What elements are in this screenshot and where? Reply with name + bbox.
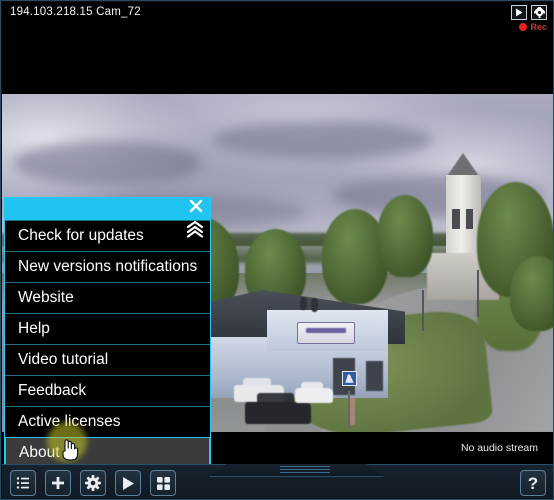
sign-post	[347, 391, 350, 429]
tree	[509, 256, 553, 331]
menu-item-feedback[interactable]: Feedback	[5, 375, 210, 406]
camera-list-button[interactable]	[10, 470, 36, 496]
tree	[377, 195, 433, 277]
pedestrian	[300, 296, 307, 311]
church-window	[465, 208, 474, 230]
gear-icon	[85, 475, 101, 491]
menu-item-label: Active licenses	[18, 413, 121, 430]
parked-car	[294, 382, 334, 404]
camera-label: 194.103.218.15 Cam_72	[10, 6, 141, 18]
camera-viewer-window: 194.103.218.15 Cam_72 Rec No audio strea…	[0, 0, 554, 500]
add-camera-button[interactable]	[45, 470, 71, 496]
close-icon	[189, 199, 203, 213]
list-icon	[16, 477, 29, 489]
cloud	[13, 141, 201, 186]
grid-layout-button[interactable]	[150, 470, 176, 496]
menu-item-check-for-updates[interactable]: Check for updates	[5, 220, 210, 251]
help-popup-menu: Check for updates New versions notificat…	[4, 197, 211, 482]
menu-item-new-versions-notifications[interactable]: New versions notifications	[5, 251, 210, 282]
chevron-up-double-icon	[186, 220, 204, 238]
gear-icon	[533, 7, 545, 18]
question-icon: ?	[527, 473, 539, 493]
toolbar-right-buttons: ?	[520, 470, 546, 496]
church-window	[452, 208, 461, 230]
parked-car	[244, 393, 312, 424]
menu-item-label: About	[19, 443, 60, 461]
menu-item-label: New versions notifications	[18, 258, 198, 275]
plus-icon	[52, 477, 64, 489]
recording-indicator: Rec	[519, 22, 547, 32]
play-button[interactable]	[115, 470, 141, 496]
building-sign	[297, 322, 356, 345]
pedestrian	[311, 298, 318, 312]
close-button[interactable]	[185, 195, 207, 217]
building-door	[366, 361, 383, 392]
grid-icon	[156, 476, 170, 490]
menu-item-label: Website	[18, 289, 74, 306]
bottom-toolbar: ?	[2, 464, 553, 499]
menu-item-label: Feedback	[18, 382, 87, 399]
menu-item-label: Video tutorial	[18, 351, 109, 368]
menu-item-label: Help	[18, 320, 50, 337]
play-button-overlay[interactable]	[511, 5, 527, 20]
record-dot-icon	[519, 23, 528, 31]
lamp-post	[421, 290, 424, 331]
no-audio-status: No audio stream	[460, 442, 538, 454]
menu-item-website[interactable]: Website	[5, 282, 210, 313]
pedestrian-crossing-sign	[342, 371, 358, 387]
help-button[interactable]: ?	[520, 470, 546, 496]
play-icon	[516, 8, 523, 17]
menu-item-help[interactable]: Help	[5, 313, 210, 344]
menu-item-video-tutorial[interactable]: Video tutorial	[5, 344, 210, 375]
menu-item-label: Check for updates	[18, 227, 144, 244]
menu-item-active-licenses[interactable]: Active licenses	[5, 406, 210, 437]
record-label: Rec	[530, 22, 547, 32]
cloud	[211, 121, 433, 159]
toolbar-left-buttons	[10, 470, 176, 496]
camera-controls	[511, 5, 547, 20]
settings-button[interactable]	[80, 470, 106, 496]
menu-header	[5, 198, 210, 220]
lamp-post	[476, 269, 479, 318]
settings-button-overlay[interactable]	[531, 5, 547, 20]
toolbar-handle[interactable]	[209, 464, 384, 477]
grip-lines-icon	[280, 466, 330, 474]
play-icon	[123, 476, 134, 490]
collapse-button[interactable]	[184, 218, 206, 240]
